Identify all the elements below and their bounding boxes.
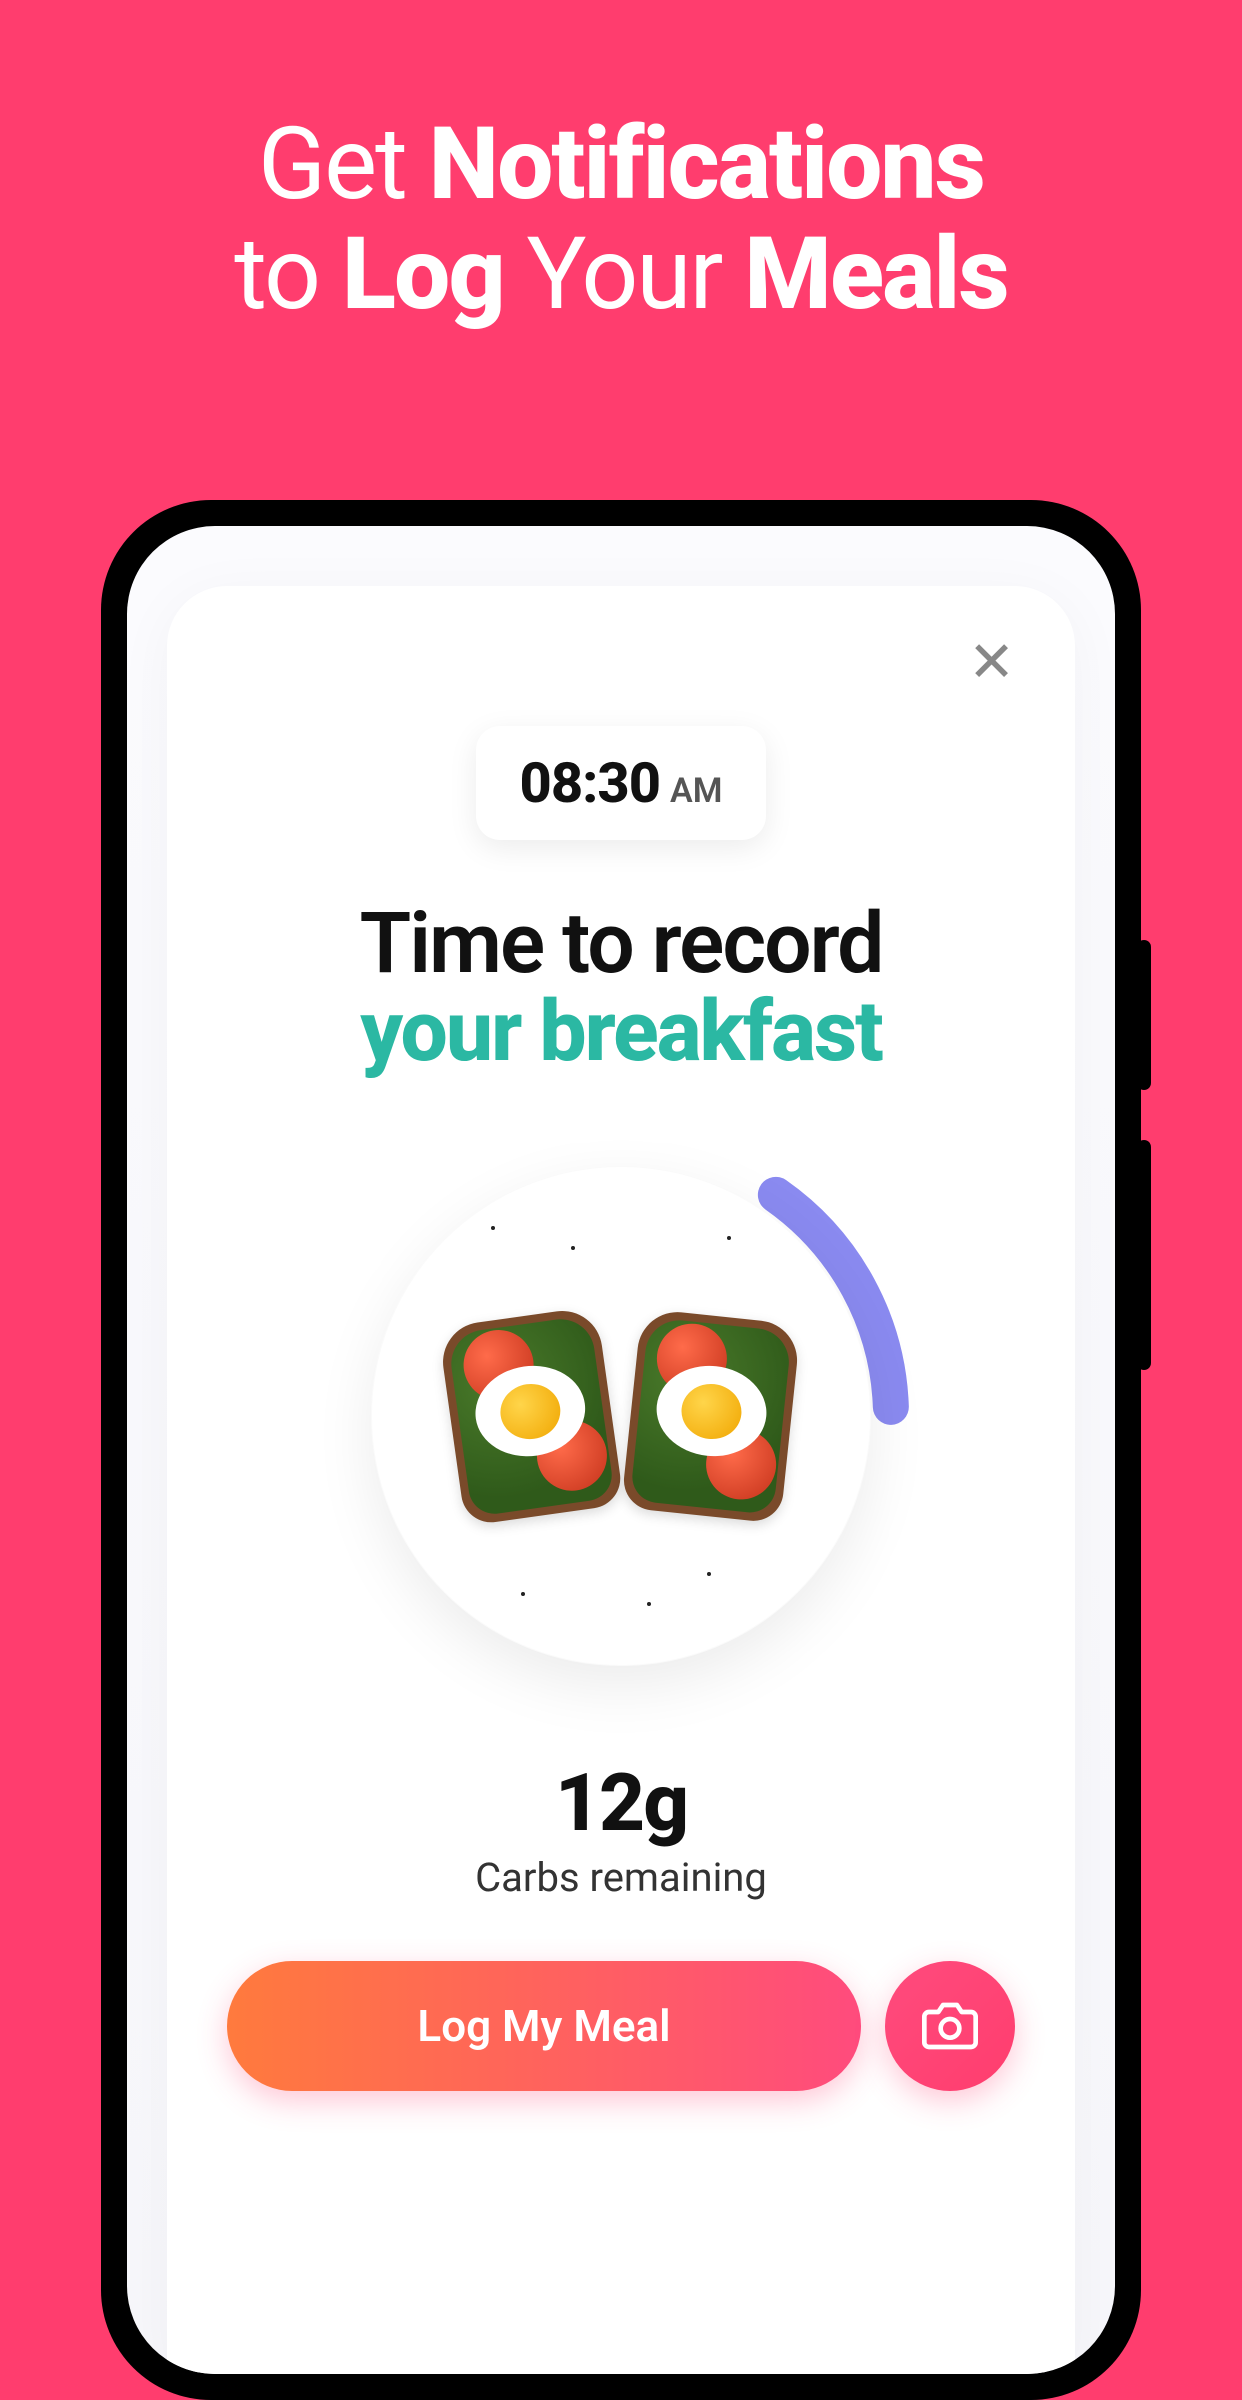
hero-text-3: to — [234, 216, 342, 333]
prompt-line-1: Time to record — [360, 900, 883, 988]
camera-icon — [922, 1998, 978, 2054]
carbs-label: Carbs remaining — [475, 1854, 767, 1901]
carbs-value: 12g — [475, 1756, 767, 1850]
hero-text-1: Get — [258, 106, 429, 223]
phone-side-button — [1137, 1140, 1151, 1370]
phone-side-button — [1137, 940, 1151, 1090]
log-meal-button[interactable]: Log My Meal — [227, 1961, 861, 2091]
hero-text-6: Meals — [744, 216, 1008, 333]
hero-headline: Get Notifications to Log Your Meals — [0, 0, 1242, 330]
hero-text-2: Notifications — [429, 106, 984, 223]
meal-plate — [331, 1126, 911, 1706]
phone-frame: ✕ 08:30 AM Time to record your breakfast — [101, 500, 1141, 2400]
prompt-line-2: your breakfast — [360, 988, 883, 1076]
prompt-text: Time to record your breakfast — [360, 900, 883, 1076]
camera-button[interactable] — [885, 1961, 1015, 2091]
log-meal-label: Log My Meal — [417, 2000, 670, 2052]
close-icon[interactable]: ✕ — [968, 634, 1015, 690]
notification-card: ✕ 08:30 AM Time to record your breakfast — [167, 586, 1075, 2374]
plate-image — [371, 1166, 871, 1666]
time-pill: 08:30 AM — [476, 726, 767, 840]
carbs-metric: 12g Carbs remaining — [475, 1756, 767, 1901]
hero-text-4: Log — [342, 216, 504, 333]
time-value: 08:30 — [520, 750, 660, 816]
hero-text-5: Your — [504, 216, 745, 333]
phone-screen: ✕ 08:30 AM Time to record your breakfast — [127, 526, 1115, 2374]
time-ampm: AM — [670, 771, 722, 811]
